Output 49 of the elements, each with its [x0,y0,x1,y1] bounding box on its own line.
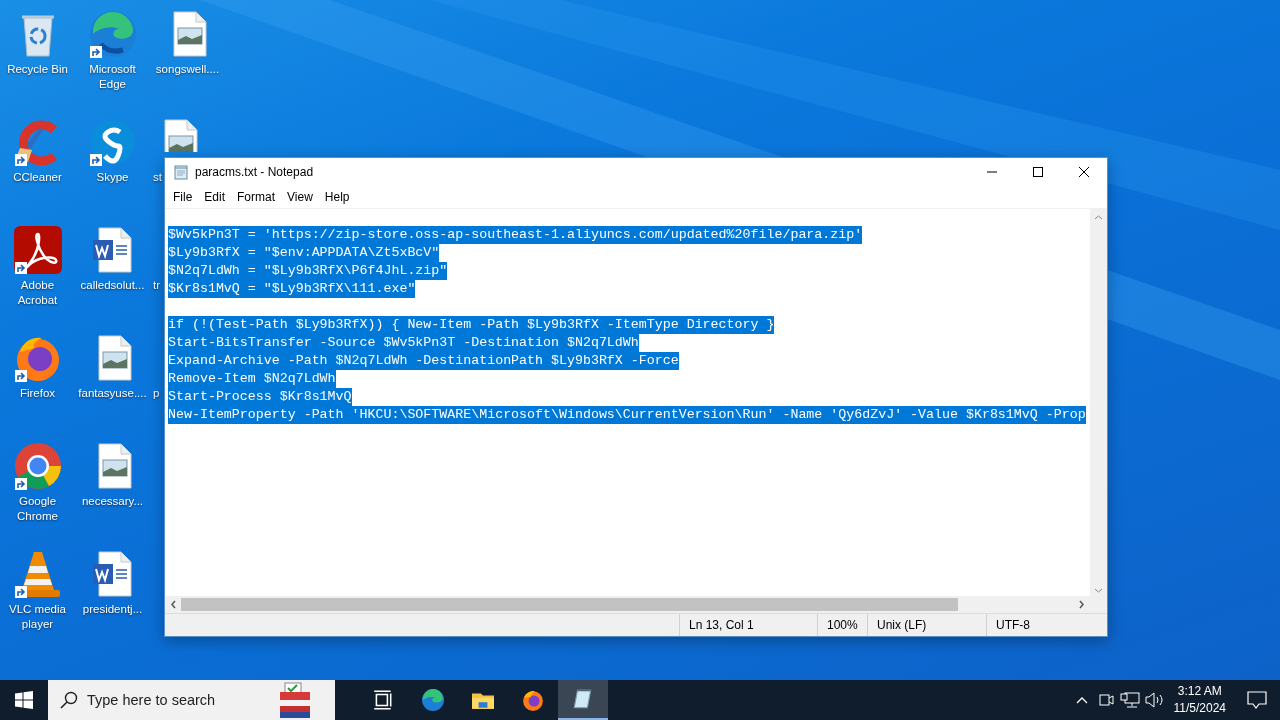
shortcut-arrow-icon [14,586,27,598]
window-title: paracms.txt - Notepad [195,165,315,179]
notepad-icon [173,164,189,180]
desktop-icon-label[interactable]: fantasyuse.... [78,386,147,401]
notepad-button[interactable] [558,680,608,720]
desktop-icon-label[interactable]: calledsolut... [80,278,145,293]
desktop-icon-label[interactable]: songswell.... [155,62,220,77]
menu-item[interactable]: View [281,188,319,206]
maximize-icon [1032,166,1044,178]
shortcut-arrow-icon [14,370,27,382]
desktop-icon-label[interactable]: tr [153,278,161,293]
desktop-icon-label[interactable]: necessary... [81,494,144,509]
status-text: UTF-8 [986,614,1107,636]
desktop-icon-label[interactable]: Adobe Acrobat [0,278,75,308]
desktop-icon-label[interactable]: VLC media player [0,602,75,632]
shortcut-arrow-icon [89,154,102,166]
desktop-icon-label[interactable]: Skype [96,170,129,185]
desktop-icon-label[interactable]: presidentj... [82,602,143,617]
desktop-icon-label[interactable]: st [153,170,162,185]
desktop-icon-label[interactable]: Recycle Bin [7,62,68,77]
vertical-scrollbar[interactable] [1090,209,1107,613]
shortcut-arrow-icon [89,46,102,58]
edge-icon [422,689,444,711]
desktop-icon-label[interactable]: Firefox [19,386,56,401]
shortcut-arrow-icon [14,478,27,490]
status-text: Unix (LF) [867,614,986,636]
desktop-icon-label[interactable]: Microsoft Edge [75,62,150,92]
notepad-icon [572,688,594,710]
menu-item[interactable]: File [167,188,199,206]
acrobat-icon[interactable] [11,224,64,276]
firefox-icon [522,689,544,711]
menu-item[interactable]: Format [231,188,282,206]
task-view-icon [372,689,394,711]
menu-item[interactable]: Help [318,188,356,206]
desktop-icon-label[interactable]: Google Chrome [0,494,75,524]
search-icon [60,691,78,709]
horizontal-scrollbar[interactable] [165,596,1090,613]
notification-icon [1247,690,1267,710]
windows-logo-icon [15,691,33,709]
desktop-icon-label[interactable]: p [153,386,160,401]
status-text: Ln 13, Col 1 [679,614,817,636]
clock[interactable]: 3:12 AM 11/5/2024 [1165,683,1234,717]
status-text: 100% [817,614,867,636]
search-field[interactable]: Type here to search [48,680,335,720]
desktop-icon-label[interactable]: CCleaner [13,170,62,185]
menu-item[interactable]: Edit [198,188,232,206]
ballot-box-icon [277,681,313,719]
close-icon [1078,166,1090,178]
shortcut-arrow-icon [14,154,27,166]
